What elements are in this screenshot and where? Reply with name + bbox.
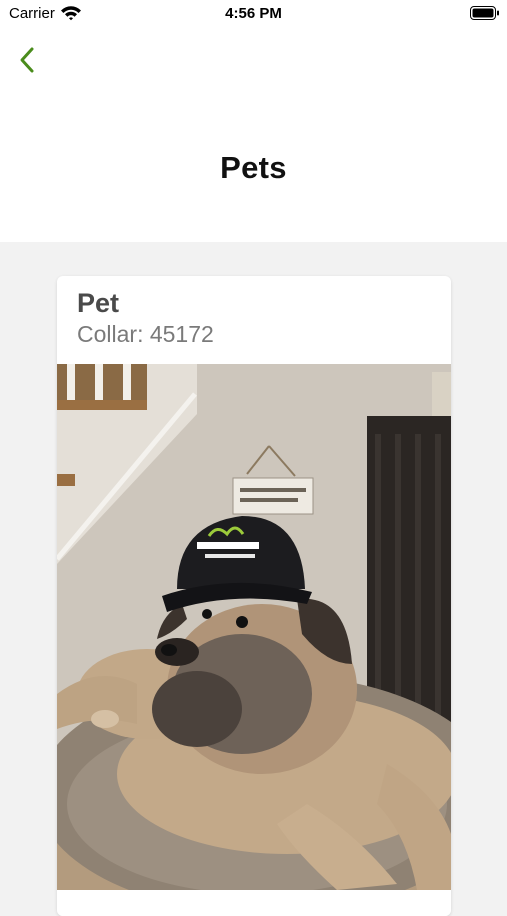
chevron-left-icon [12, 47, 44, 80]
status-time: 4:56 PM [225, 5, 282, 22]
page-title: Pets [220, 150, 287, 185]
pet-name: Pet [77, 288, 120, 318]
card-footer [57, 890, 451, 916]
collar-number: Collar: 45172 [77, 321, 214, 347]
battery-icon [470, 6, 500, 20]
header-area: Carrier 4:56 PM Pets [0, 0, 507, 242]
back-button[interactable] [12, 44, 44, 76]
pet-photo [57, 364, 451, 890]
status-bar: Carrier 4:56 PM [0, 0, 507, 28]
pet-card[interactable]: Pet Collar: 45172 [57, 276, 451, 916]
